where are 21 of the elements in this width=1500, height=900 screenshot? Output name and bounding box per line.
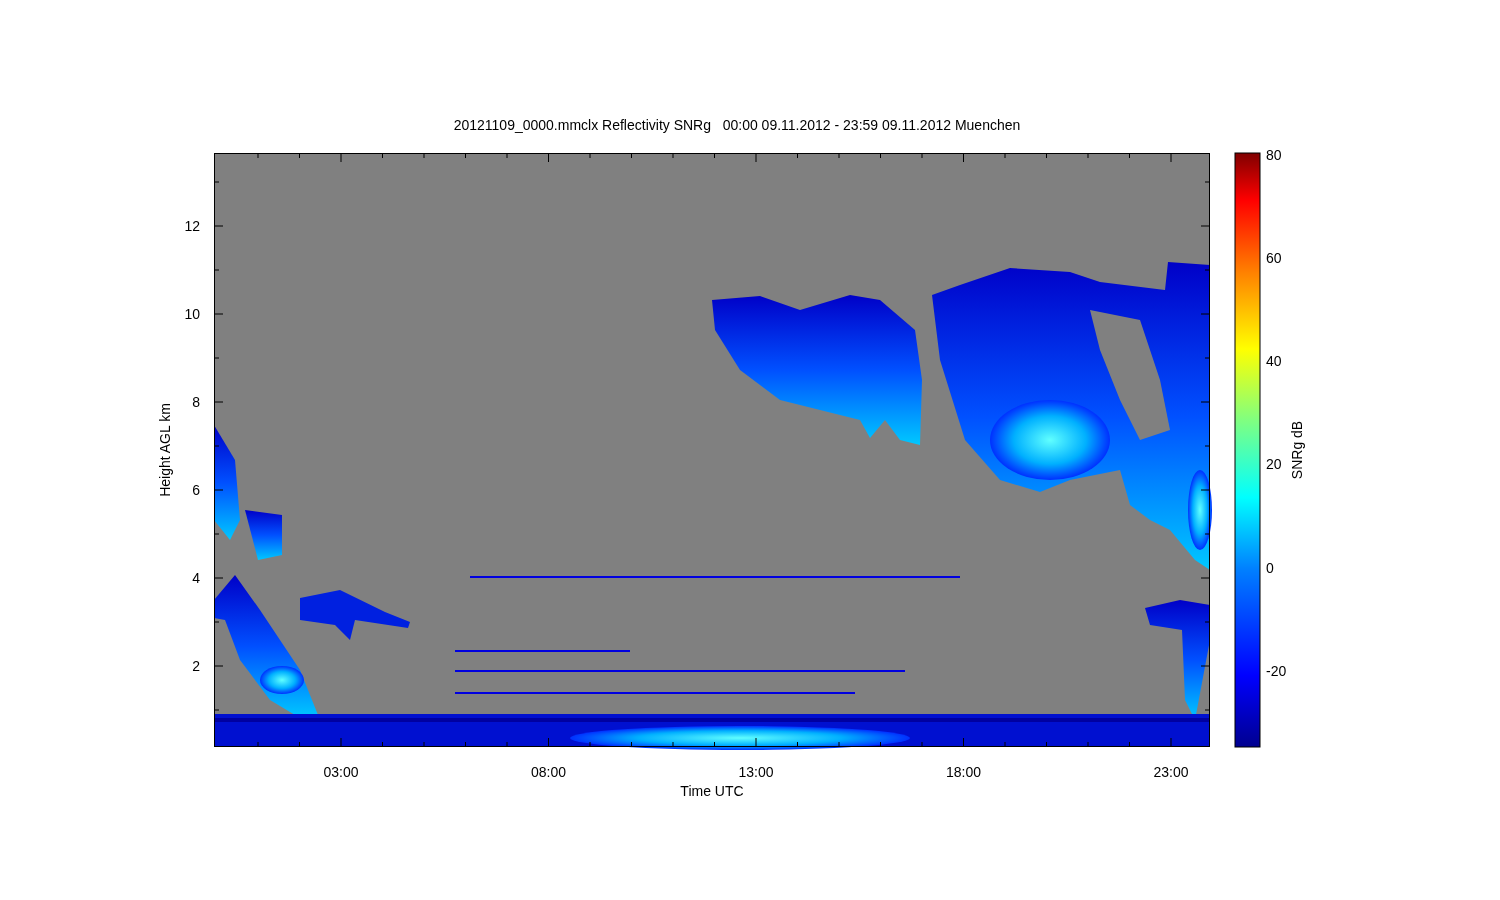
y-axis-tick-label: 10: [184, 306, 200, 322]
y-axis-tick-label: 2: [192, 658, 200, 674]
colorbar-tick-label: 20: [1266, 456, 1282, 473]
colorbar-tick-label: -20: [1266, 663, 1287, 679]
x-axis-tick-label: 13:00: [738, 764, 774, 780]
colorbar-tick-label: 0: [1266, 559, 1274, 576]
y-axis-tick-label: 4: [192, 570, 200, 586]
colorbar-tick-label: 60: [1266, 249, 1282, 266]
chart-title: 20121109_0000.mmclx Reflectivity SNRg 00:00 09.11.2012 - 23:59 09.11.2012 Muenchen: [453, 117, 1021, 133]
x-axis-label: Time UTC: [680, 783, 744, 799]
y-axis-label: Height AGL km: [157, 403, 173, 497]
colorbar-label: SNRg dB: [1289, 420, 1305, 480]
y-axis-tick-label: 6: [192, 482, 200, 498]
x-axis-tick-label: 18:00: [946, 764, 981, 780]
colorbar-tick-label: 40: [1266, 353, 1282, 370]
y-axis-tick-label: 12: [184, 218, 200, 234]
colorbar-tick-label: 80: [1266, 146, 1282, 163]
y-axis-tick-label: 8: [192, 394, 200, 410]
x-axis-tick-label: 08:00: [531, 764, 566, 780]
x-axis-tick-label: 03:00: [323, 764, 359, 780]
x-axis-tick-label: 23:00: [1153, 764, 1189, 780]
